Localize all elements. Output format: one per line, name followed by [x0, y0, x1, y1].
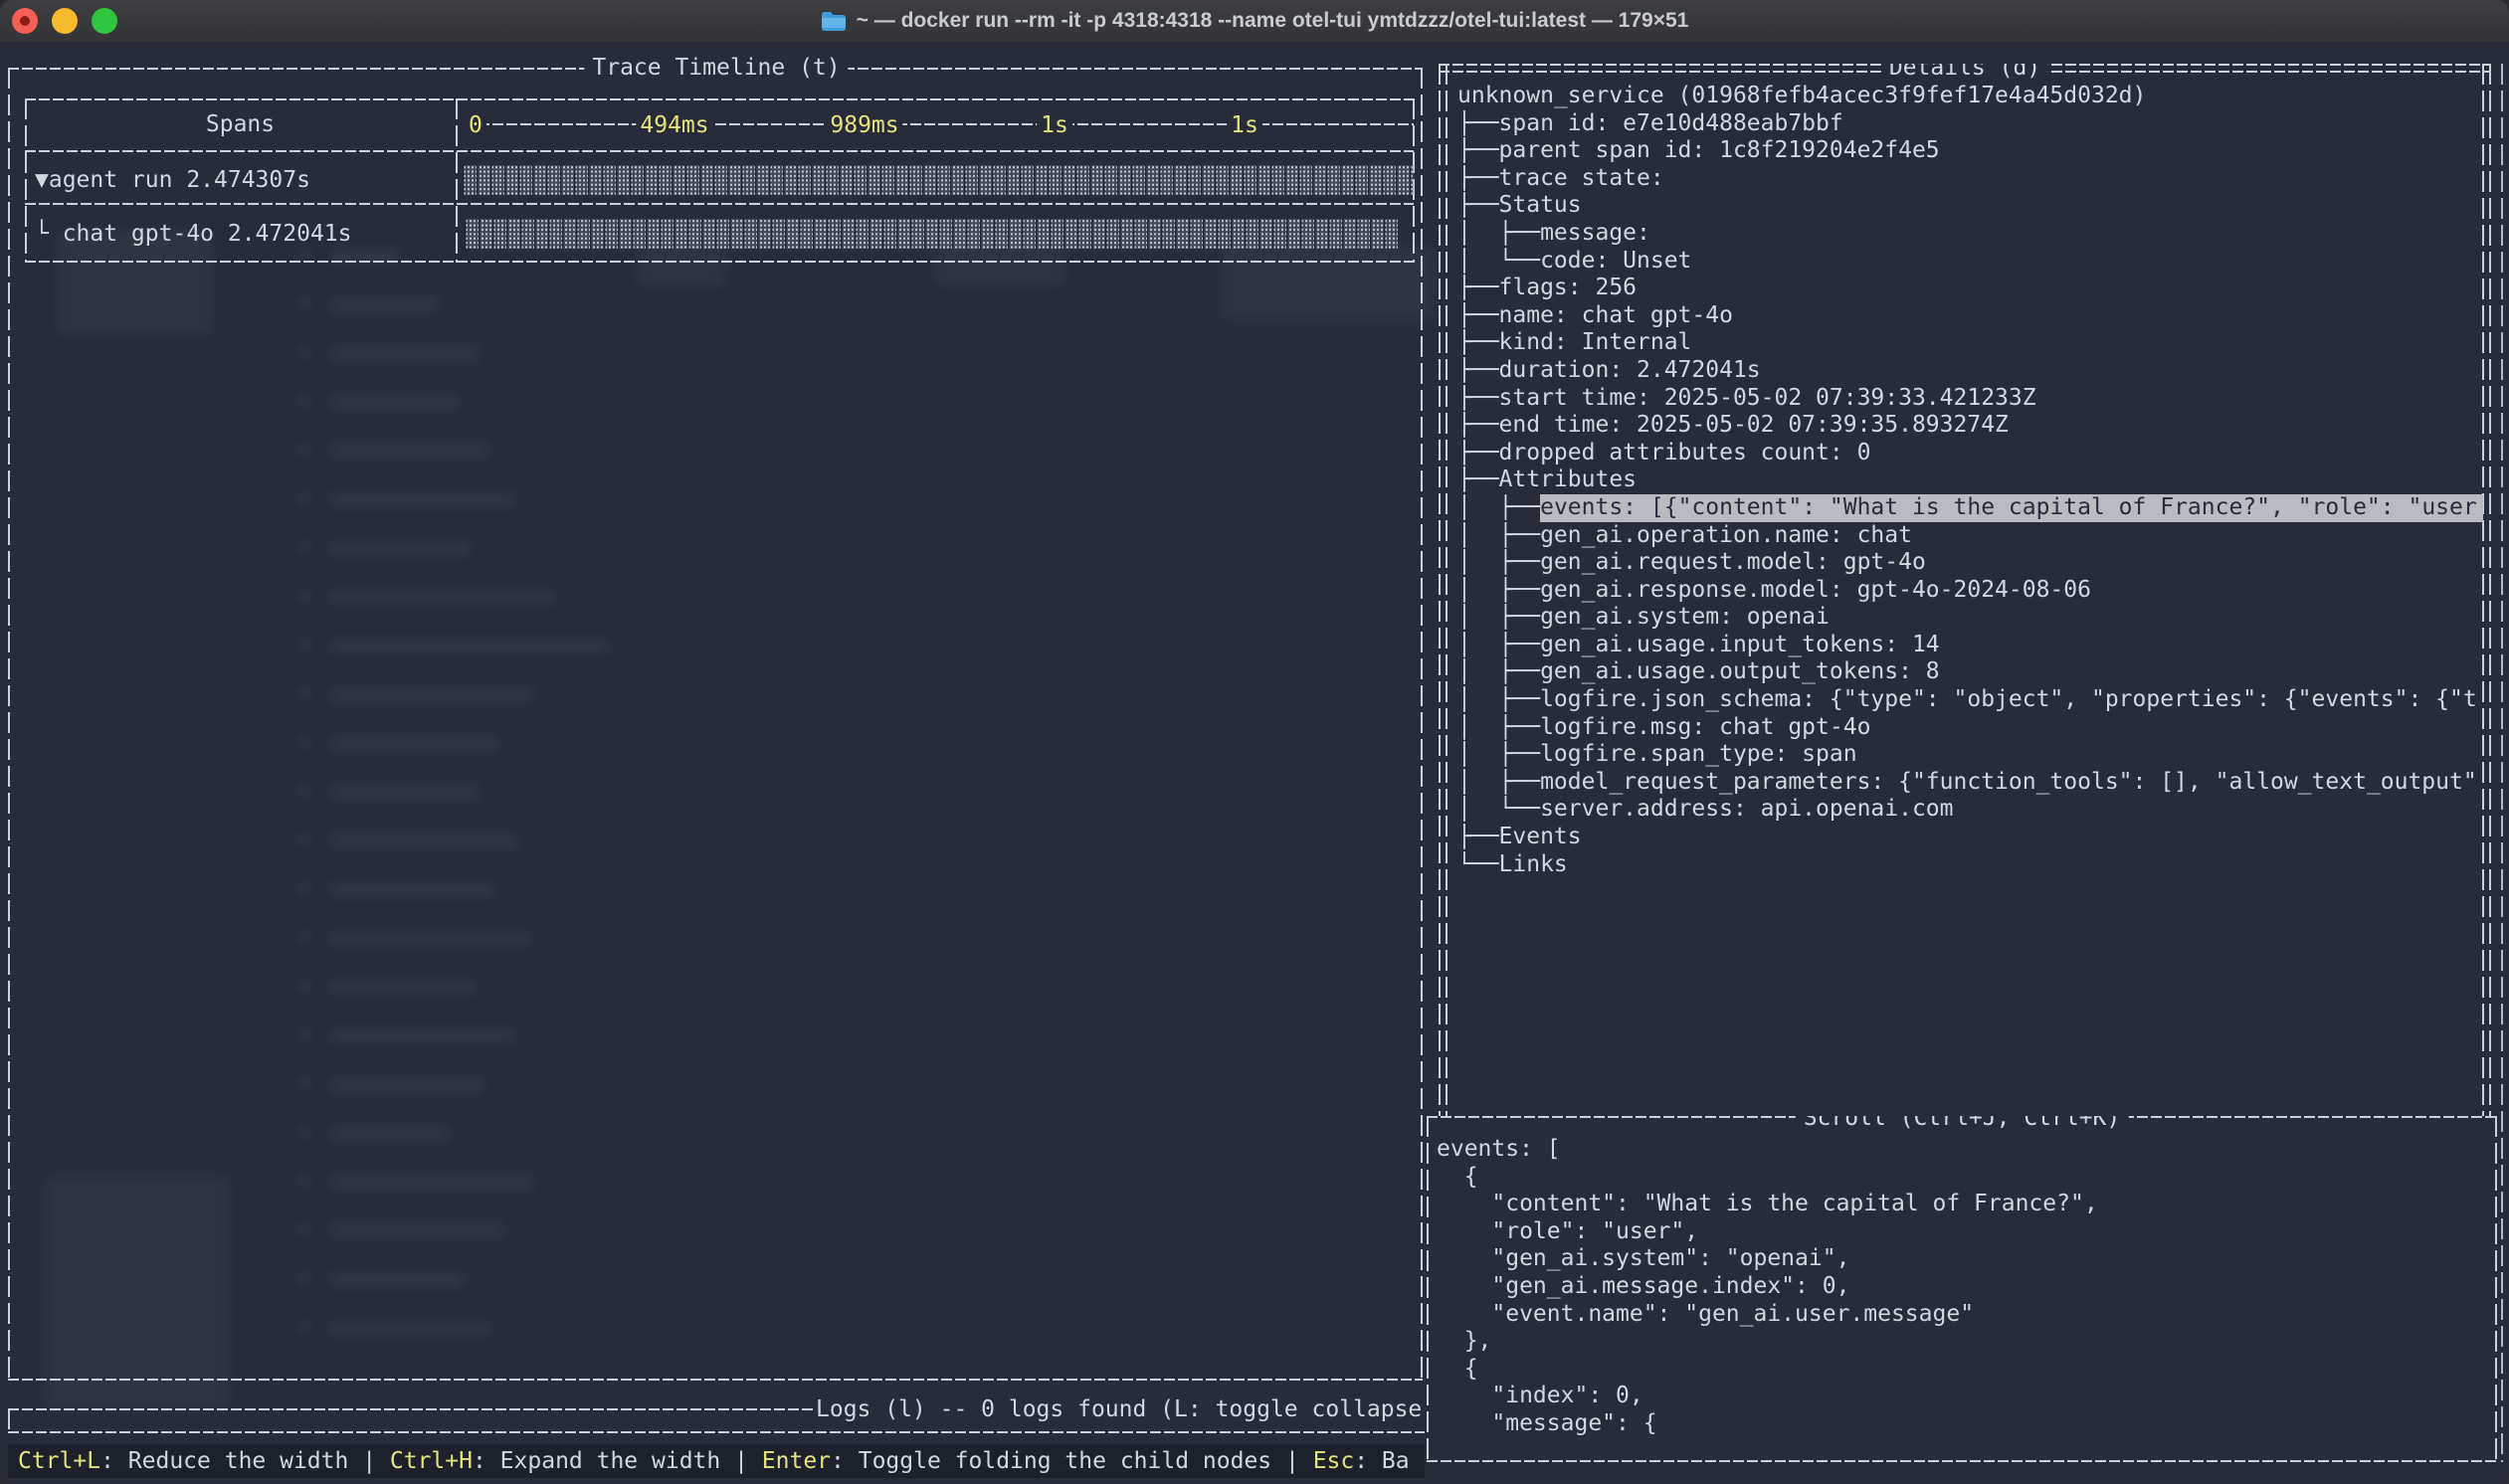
- details-tree-line[interactable]: ├──parent span id: 1c8f219204e2f4e5: [1457, 137, 2483, 165]
- details-tree-line[interactable]: │ ├──gen_ai.usage.input_tokens: 14: [1457, 632, 2483, 659]
- spans-column-header: Spans: [25, 111, 456, 137]
- scroll-json-line: "gen_ai.message.index": 0,: [1437, 1273, 2487, 1301]
- details-tree-line[interactable]: ├──Events: [1457, 824, 2483, 851]
- scroll-json-line: {: [1437, 1356, 2487, 1384]
- details-tree-line[interactable]: ├──name: chat gpt-4o: [1457, 302, 2483, 330]
- ruler-tick: 1s: [1227, 112, 1262, 138]
- status-key: Ctrl+L: [18, 1448, 100, 1474]
- scroll-json-line: "gen_ai.system": "openai",: [1437, 1245, 2487, 1273]
- scroll-json-view[interactable]: events: [ { "content": "What is the capi…: [1437, 1136, 2487, 1438]
- details-tree-line[interactable]: │ ├──message:: [1457, 220, 2483, 248]
- details-panel[interactable]: Details (d) unknown_service (01968fefb4a…: [1439, 64, 2491, 1116]
- details-tree-line[interactable]: │ ├──logfire.json_schema: {"type": "obje…: [1457, 686, 2483, 714]
- details-tree[interactable]: unknown_service (01968fefb4acec3f9fef17e…: [1457, 83, 2483, 878]
- ruler-tick: 494ms: [636, 112, 712, 138]
- span-row-label[interactable]: ▼agent run 2.474307s: [35, 165, 310, 195]
- scroll-panel[interactable]: Scroll (Ctrl+J, Ctrl+K) events: [ { "con…: [1427, 1116, 2497, 1462]
- details-tree-line[interactable]: ├──Status: [1457, 192, 2483, 220]
- scroll-json-line: "content": "What is the capital of Franc…: [1437, 1191, 2487, 1218]
- scroll-json-line: {: [1437, 1164, 2487, 1192]
- scroll-json-line: },: [1437, 1328, 2487, 1356]
- terminal-window: ~ — docker run --rm -it -p 4318:4318 --n…: [0, 0, 2509, 1484]
- scroll-json-line: "role": "user",: [1437, 1218, 2487, 1246]
- window-title: ~ — docker run --rm -it -p 4318:4318 --n…: [857, 9, 1689, 33]
- details-tree-line[interactable]: │ ├──model_request_parameters: {"functio…: [1457, 769, 2483, 797]
- details-panel-title: Details (d): [1881, 64, 2048, 81]
- status-key: Enter: [762, 1448, 831, 1474]
- trace-timeline-title: Trace Timeline (t): [584, 55, 848, 81]
- span-duration-bar[interactable]: [465, 219, 1398, 249]
- details-tree-line[interactable]: │ ├──logfire.span_type: span: [1457, 741, 2483, 769]
- folder-icon: [821, 10, 847, 32]
- details-tree-line[interactable]: │ ├──gen_ai.usage.output_tokens: 8: [1457, 658, 2483, 686]
- status-key: Esc: [1313, 1448, 1355, 1474]
- ruler-tick: 989ms: [826, 112, 902, 138]
- status-bar: Ctrl+L: Reduce the width | Ctrl+H: Expan…: [8, 1444, 1425, 1478]
- scroll-json-line: events: [: [1437, 1136, 2487, 1164]
- details-tree-line[interactable]: unknown_service (01968fefb4acec3f9fef17e…: [1457, 83, 2483, 110]
- details-tree-line[interactable]: │ ├──logfire.msg: chat gpt-4o: [1457, 714, 2483, 742]
- details-tree-line[interactable]: ├──end time: 2025-05-02 07:39:35.893274Z: [1457, 412, 2483, 440]
- status-desc: : Reduce the width |: [100, 1448, 390, 1474]
- status-desc: : Toggle folding the child nodes |: [831, 1448, 1313, 1474]
- right-edge-line: [2501, 64, 2503, 1462]
- scroll-panel-title: Scroll (Ctrl+J, Ctrl+K): [1796, 1116, 2129, 1131]
- close-button[interactable]: [12, 8, 38, 34]
- logs-panel-title: Logs (l) -- 0 logs found (L: toggle coll…: [816, 1396, 1425, 1422]
- terminal-content: Trace Timeline (t) Spans 0 494ms 989ms 1s 1s…: [0, 42, 2509, 1484]
- details-tree-line[interactable]: ├──duration: 2.472041s: [1457, 357, 2483, 385]
- details-tree-line[interactable]: ├──start time: 2025-05-02 07:39:33.42123…: [1457, 385, 2483, 413]
- scroll-json-line: "message": {: [1437, 1410, 2487, 1438]
- span-row-label[interactable]: └ chat gpt-4o 2.472041s: [35, 219, 352, 249]
- details-tree-line[interactable]: ├──kind: Internal: [1457, 329, 2483, 357]
- fullscreen-button[interactable]: [92, 8, 117, 34]
- details-tree-line[interactable]: │ ├──gen_ai.operation.name: chat: [1457, 522, 2483, 550]
- scroll-json-line: "event.name": "gen_ai.user.message": [1437, 1301, 2487, 1329]
- details-tree-line[interactable]: │ ├──gen_ai.request.model: gpt-4o: [1457, 549, 2483, 577]
- ruler-tick: 0: [465, 112, 486, 138]
- traffic-lights: [12, 0, 117, 42]
- details-tree-line[interactable]: ├──flags: 256: [1457, 275, 2483, 302]
- status-desc: : Ba: [1354, 1448, 1409, 1474]
- window-titlebar: ~ — docker run --rm -it -p 4318:4318 --n…: [0, 0, 2509, 42]
- details-tree-line[interactable]: ├──Attributes: [1457, 466, 2483, 494]
- details-tree-line[interactable]: ├──trace state:: [1457, 165, 2483, 193]
- span-duration-bar[interactable]: [463, 165, 1414, 195]
- details-tree-line[interactable]: └──Links: [1457, 851, 2483, 879]
- details-tree-line[interactable]: ├──span id: e7e10d488eab7bbf: [1457, 110, 2483, 138]
- ruler-tick: 1s: [1037, 112, 1072, 138]
- scroll-json-line: "index": 0,: [1437, 1383, 2487, 1410]
- status-desc: : Expand the width |: [473, 1448, 762, 1474]
- details-tree-line[interactable]: │ ├──gen_ai.response.model: gpt-4o-2024-…: [1457, 577, 2483, 605]
- details-tree-line[interactable]: │ ├──gen_ai.system: openai: [1457, 604, 2483, 632]
- details-tree-line[interactable]: ├──dropped attributes count: 0: [1457, 440, 2483, 467]
- details-tree-line-selected[interactable]: │ ├──events: [{"content": "What is the c…: [1457, 494, 2483, 522]
- minimize-button[interactable]: [52, 8, 78, 34]
- status-key: Ctrl+H: [390, 1448, 473, 1474]
- details-tree-line[interactable]: │ └──code: Unset: [1457, 248, 2483, 276]
- details-tree-line[interactable]: │ └──server.address: api.openai.com: [1457, 796, 2483, 824]
